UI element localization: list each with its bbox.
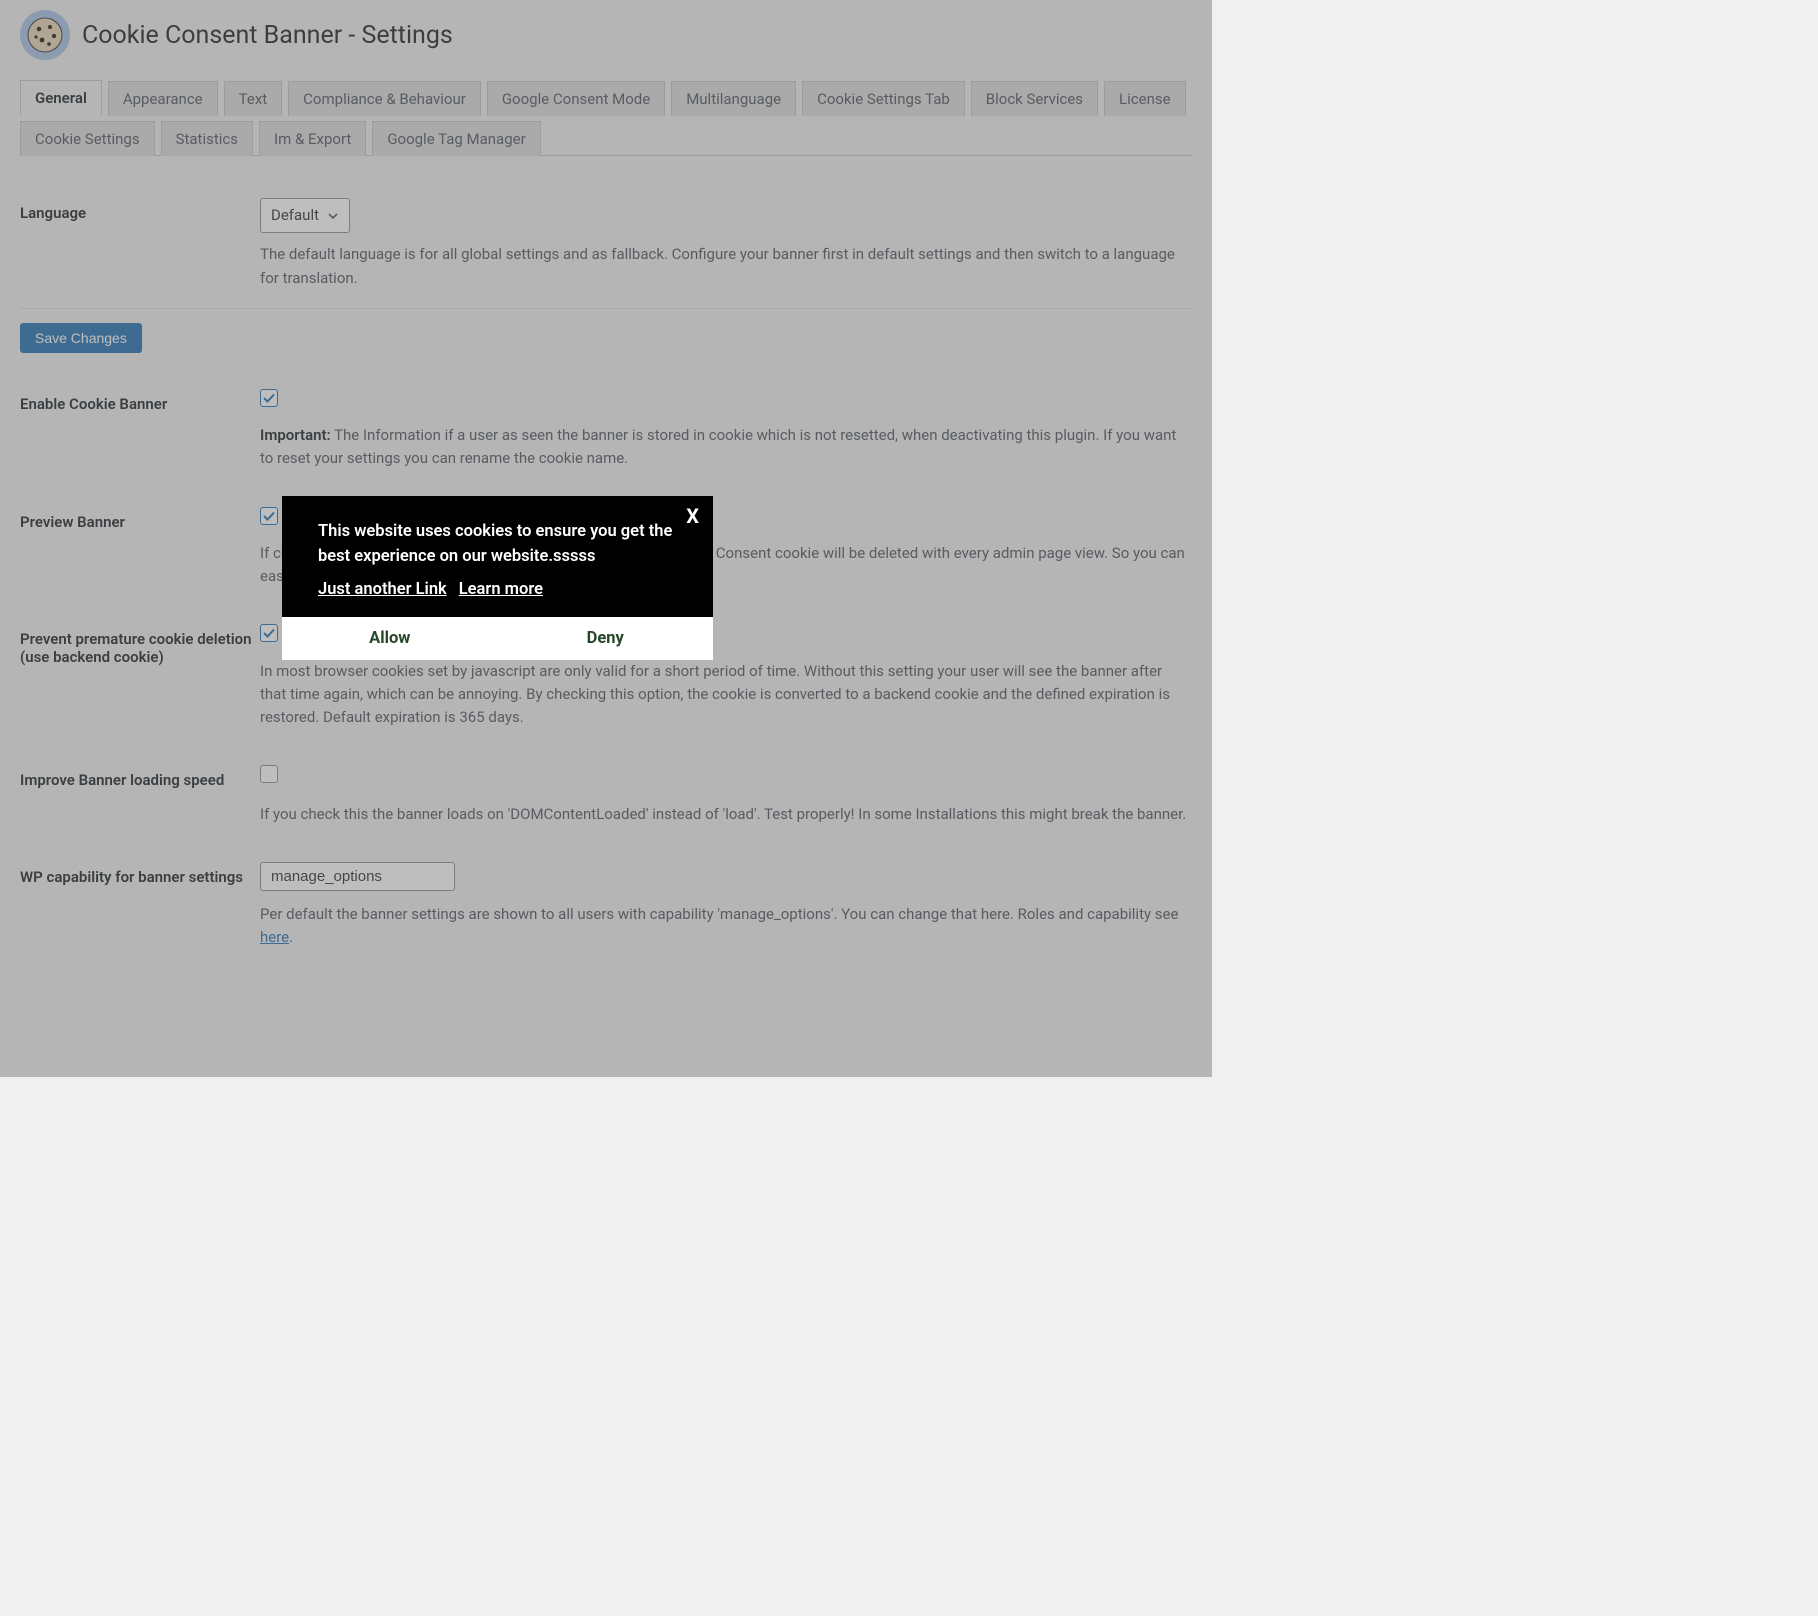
preview-label: Preview Banner — [20, 507, 260, 531]
banner-link-1[interactable]: Just another Link — [318, 580, 447, 599]
prevent-label: Prevent premature cookie deletion (use b… — [20, 624, 260, 666]
improve-desc: If you check this the banner loads on 'D… — [260, 803, 1192, 826]
tab-multilanguage[interactable]: Multilanguage — [671, 81, 796, 116]
improve-checkbox[interactable] — [260, 765, 278, 783]
enable-desc: Important: The Information if a user as … — [260, 424, 1192, 471]
improve-label: Improve Banner loading speed — [20, 765, 260, 789]
tab-compliance-behaviour[interactable]: Compliance & Behaviour — [288, 81, 481, 116]
tab-google-consent-mode[interactable]: Google Consent Mode — [487, 81, 665, 116]
tab-statistics[interactable]: Statistics — [161, 121, 253, 156]
banner-text: This website uses cookies to ensure you … — [318, 520, 677, 570]
capability-desc: Per default the banner settings are show… — [260, 903, 1192, 950]
tab-cookie-settings-tab[interactable]: Cookie Settings Tab — [802, 81, 965, 116]
check-icon — [262, 391, 276, 405]
enable-checkbox[interactable] — [260, 389, 278, 407]
banner-close-button[interactable]: X — [686, 504, 699, 528]
tab-im-export[interactable]: Im & Export — [259, 121, 366, 156]
tab-block-services[interactable]: Block Services — [971, 81, 1098, 116]
tab-cookie-settings[interactable]: Cookie Settings — [20, 121, 155, 156]
banner-link-2[interactable]: Learn more — [459, 580, 543, 599]
prevent-checkbox[interactable] — [260, 624, 278, 642]
language-select[interactable]: Default — [260, 198, 350, 233]
banner-deny-button[interactable]: Deny — [498, 617, 714, 660]
capability-help-link[interactable]: here — [260, 928, 289, 946]
tab-google-tag-manager[interactable]: Google Tag Manager — [372, 121, 540, 156]
cookie-icon — [20, 10, 70, 60]
preview-checkbox[interactable] — [260, 507, 278, 525]
tabs: GeneralAppearanceTextCompliance & Behavi… — [20, 80, 1192, 156]
prevent-desc: In most browser cookies set by javascrip… — [260, 660, 1192, 730]
capability-label: WP capability for banner settings — [20, 862, 260, 886]
tab-appearance[interactable]: Appearance — [108, 81, 218, 116]
language-desc: The default language is for all global s… — [260, 243, 1192, 290]
cookie-banner: X This website uses cookies to ensure yo… — [282, 496, 713, 660]
language-label: Language — [20, 198, 260, 222]
tab-general[interactable]: General — [20, 80, 102, 116]
page-header: Cookie Consent Banner - Settings — [20, 10, 1192, 60]
language-selected: Default — [271, 204, 319, 227]
page-title: Cookie Consent Banner - Settings — [82, 21, 453, 50]
tab-license[interactable]: License — [1104, 81, 1186, 116]
chevron-down-icon — [327, 210, 339, 222]
banner-allow-button[interactable]: Allow — [282, 617, 498, 660]
check-icon — [262, 509, 276, 523]
capability-input[interactable] — [260, 862, 455, 891]
tab-text[interactable]: Text — [224, 81, 283, 116]
enable-label: Enable Cookie Banner — [20, 389, 260, 413]
check-icon — [262, 626, 276, 640]
save-button[interactable]: Save Changes — [20, 323, 142, 353]
